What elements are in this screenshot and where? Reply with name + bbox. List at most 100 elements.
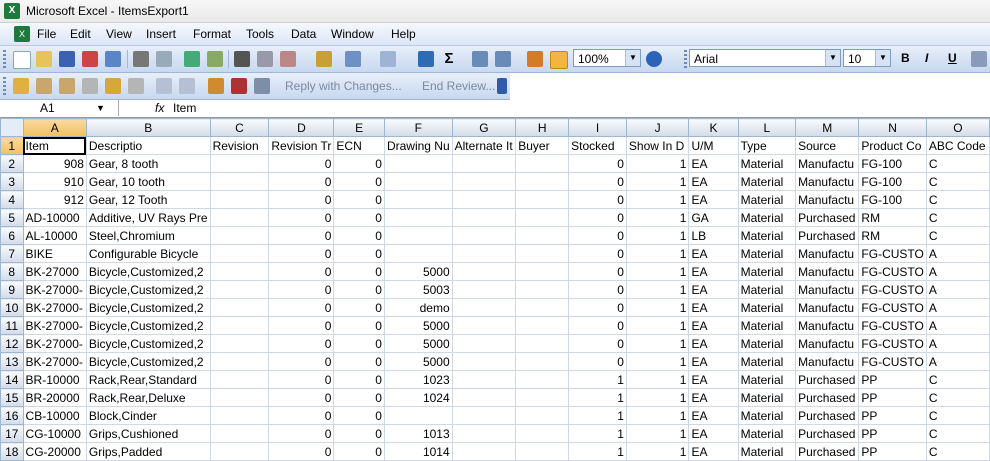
cell[interactable]: 0 <box>333 280 385 299</box>
cell[interactable] <box>515 388 570 407</box>
cell[interactable]: A <box>925 316 990 335</box>
cut-icon[interactable] <box>234 51 250 67</box>
cell[interactable]: Revision <box>209 136 270 155</box>
cell[interactable]: 0 <box>333 190 385 209</box>
cell[interactable] <box>383 226 453 245</box>
menu-help[interactable]: Help <box>391 27 416 41</box>
cell[interactable] <box>515 280 570 299</box>
cell[interactable]: 1 <box>625 208 690 227</box>
cell[interactable]: 0 <box>333 298 385 317</box>
font-size-combo[interactable]: 10 ▼ <box>843 49 891 67</box>
row-header[interactable]: 11 <box>0 316 24 335</box>
reject-icon[interactable] <box>231 78 247 94</box>
cell[interactable]: Material <box>737 370 797 389</box>
cell[interactable]: demo <box>383 298 453 317</box>
cell[interactable]: BK-27000- <box>22 298 87 317</box>
cell[interactable]: 0 <box>333 370 385 389</box>
row-header[interactable]: 10 <box>0 298 24 317</box>
cell[interactable]: FG-100 <box>858 154 927 173</box>
redo-icon[interactable] <box>380 51 396 67</box>
cell[interactable] <box>515 442 570 461</box>
cell[interactable]: C <box>925 406 990 425</box>
cell[interactable] <box>451 352 517 371</box>
cell[interactable] <box>209 388 270 407</box>
cell[interactable]: PP <box>858 388 927 407</box>
cell[interactable]: 0 <box>568 154 627 173</box>
cell[interactable]: Show In D <box>625 136 690 155</box>
cell[interactable] <box>451 442 517 461</box>
cell[interactable]: A <box>925 298 990 317</box>
research-icon[interactable] <box>207 51 223 67</box>
menu-format[interactable]: Format <box>193 27 231 41</box>
cell[interactable]: EA <box>688 442 739 461</box>
cell[interactable]: Purchased <box>795 388 860 407</box>
cell[interactable] <box>451 190 517 209</box>
cell[interactable]: FG-CUSTO <box>858 334 927 353</box>
column-header-i[interactable]: I <box>568 118 627 137</box>
cell[interactable]: A <box>925 244 990 263</box>
name-box[interactable]: A1 ▼ <box>0 100 119 116</box>
cell[interactable]: PP <box>858 406 927 425</box>
cell[interactable]: 0 <box>268 370 335 389</box>
autosum-icon[interactable]: Σ <box>441 51 457 67</box>
spelling-icon[interactable] <box>184 51 200 67</box>
cell[interactable]: 1 <box>625 280 690 299</box>
delete-comment-icon[interactable] <box>128 78 144 94</box>
cell[interactable]: BK-27000- <box>22 352 87 371</box>
cell[interactable]: EA <box>688 280 739 299</box>
cell[interactable]: Drawing Nu <box>383 136 453 155</box>
column-header-d[interactable]: D <box>268 118 335 137</box>
toolbar-grip[interactable] <box>3 50 6 68</box>
cell[interactable]: FG-CUSTO <box>858 316 927 335</box>
cell[interactable]: 1023 <box>383 370 453 389</box>
cell[interactable]: Material <box>737 208 797 227</box>
row-header[interactable]: 1 <box>0 136 24 155</box>
track-changes-icon[interactable] <box>156 78 172 94</box>
cell[interactable]: FG-CUSTO <box>858 352 927 371</box>
cell[interactable]: 0 <box>268 316 335 335</box>
cell[interactable]: 0 <box>568 244 627 263</box>
cell[interactable] <box>209 298 270 317</box>
cell[interactable]: BR-20000 <box>22 388 87 407</box>
cell[interactable]: Grips,Cushioned <box>85 424 211 443</box>
cell[interactable] <box>515 244 570 263</box>
cell[interactable]: EA <box>688 154 739 173</box>
cell[interactable]: Bicycle,Customized,2 <box>85 352 211 371</box>
cell[interactable]: Alternate It <box>451 136 517 155</box>
cell[interactable]: 0 <box>268 280 335 299</box>
menu-edit[interactable]: Edit <box>70 27 91 41</box>
cell[interactable]: 0 <box>568 262 627 281</box>
row-header[interactable]: 13 <box>0 352 24 371</box>
cell[interactable]: 0 <box>568 172 627 191</box>
copy-icon[interactable] <box>257 51 273 67</box>
cell[interactable]: 5000 <box>383 262 453 281</box>
cell[interactable]: A <box>925 334 990 353</box>
cell[interactable]: Purchased <box>795 442 860 461</box>
cell[interactable]: Material <box>737 244 797 263</box>
cell[interactable]: EA <box>688 244 739 263</box>
cell[interactable]: C <box>925 370 990 389</box>
new-icon[interactable] <box>13 51 31 69</box>
column-header-h[interactable]: H <box>515 118 570 137</box>
cell[interactable] <box>209 154 270 173</box>
toolbar-grip[interactable] <box>684 50 687 68</box>
toolbar-options-icon[interactable] <box>497 78 507 94</box>
row-header[interactable]: 14 <box>0 370 24 389</box>
cell[interactable]: Material <box>737 442 797 461</box>
cell[interactable]: AL-10000 <box>22 226 87 245</box>
cell[interactable]: 1 <box>625 172 690 191</box>
cell[interactable]: EA <box>688 298 739 317</box>
cell[interactable]: EA <box>688 388 739 407</box>
chevron-down-icon[interactable]: ▼ <box>875 50 890 66</box>
cell[interactable]: PP <box>858 442 927 461</box>
cell[interactable]: A <box>925 262 990 281</box>
cell[interactable]: EA <box>688 424 739 443</box>
cell[interactable]: Material <box>737 280 797 299</box>
hyperlink-icon[interactable] <box>418 51 434 67</box>
row-header[interactable]: 18 <box>0 442 24 461</box>
cell[interactable]: 0 <box>568 280 627 299</box>
cell[interactable]: Source <box>795 136 860 155</box>
cell[interactable]: 0 <box>568 316 627 335</box>
cell[interactable]: 0 <box>268 442 335 461</box>
row-header[interactable]: 4 <box>0 190 24 209</box>
